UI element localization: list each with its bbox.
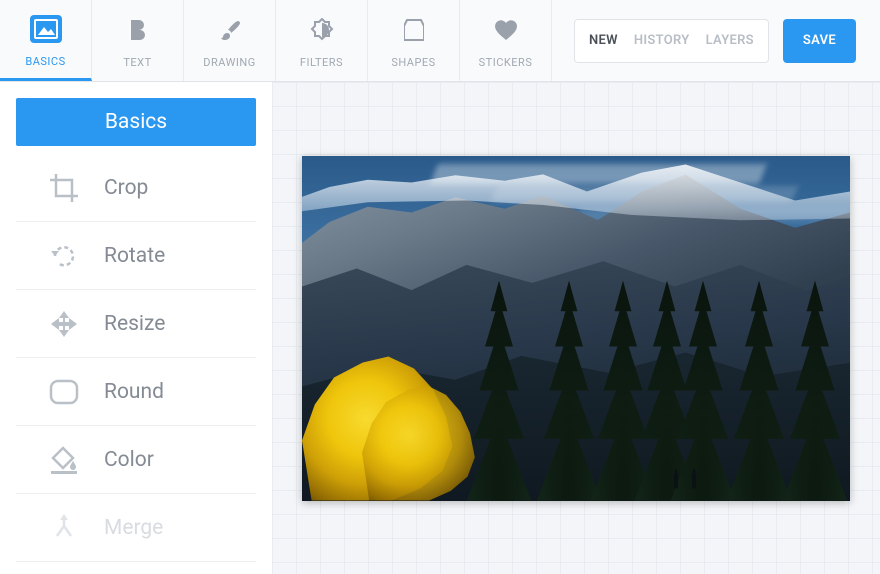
save-button[interactable]: SAVE [783, 19, 856, 63]
sidebar-item-label: Round [104, 380, 164, 404]
merge-icon [48, 512, 80, 544]
tab-label: TEXT [123, 56, 151, 69]
fill-color-icon [48, 444, 80, 476]
sidebar-item-label: Rotate [104, 244, 165, 268]
sidebar-item-crop[interactable]: Crop [16, 154, 256, 222]
contrast-icon [304, 12, 340, 48]
tab-filters[interactable]: FILTERS [276, 0, 368, 81]
image-icon [28, 11, 64, 47]
sidebar-header: Basics [16, 98, 256, 146]
sidebar-item-label: Merge [104, 516, 163, 540]
tab-basics[interactable]: BASICS [0, 0, 92, 81]
bold-icon [120, 12, 156, 48]
toolbar-tabs: BASICS TEXT DRAWING FILTERS SHAPES [0, 0, 552, 81]
tab-stickers[interactable]: STICKERS [460, 0, 552, 81]
sidebar-item-label: Resize [104, 312, 165, 336]
resize-icon [48, 308, 80, 340]
heart-icon [488, 12, 524, 48]
view-pill: NEW HISTORY LAYERS [574, 19, 769, 63]
tab-shapes[interactable]: SHAPES [368, 0, 460, 81]
tab-label: FILTERS [300, 56, 343, 69]
sidebar-item-resize[interactable]: Resize [16, 290, 256, 358]
tab-label: STICKERS [479, 56, 533, 69]
top-toolbar: BASICS TEXT DRAWING FILTERS SHAPES [0, 0, 880, 82]
round-rect-icon [48, 376, 80, 408]
rotate-icon [48, 240, 80, 272]
tab-text[interactable]: TEXT [92, 0, 184, 81]
tab-label: DRAWING [203, 56, 255, 69]
new-button[interactable]: NEW [589, 33, 618, 48]
history-button[interactable]: HISTORY [634, 33, 690, 48]
toolbar-right: NEW HISTORY LAYERS SAVE [574, 0, 880, 81]
tab-label: BASICS [25, 55, 65, 68]
tab-drawing[interactable]: DRAWING [184, 0, 276, 81]
sidebar-item-label: Color [104, 448, 154, 472]
sidebar-item-merge: Merge [16, 494, 256, 562]
sidebar-item-round[interactable]: Round [16, 358, 256, 426]
tab-label: SHAPES [391, 56, 435, 69]
layers-button[interactable]: LAYERS [706, 33, 754, 48]
sidebar-item-rotate[interactable]: Rotate [16, 222, 256, 290]
brush-icon [212, 12, 248, 48]
crop-icon [48, 172, 80, 204]
sidebar-item-label: Crop [104, 176, 148, 200]
sidebar-item-color[interactable]: Color [16, 426, 256, 494]
canvas-image[interactable] [302, 156, 850, 501]
sidebar: Basics Crop Rotate Resize Round [0, 82, 272, 574]
shape-icon [396, 12, 432, 48]
canvas-area[interactable] [272, 82, 880, 574]
